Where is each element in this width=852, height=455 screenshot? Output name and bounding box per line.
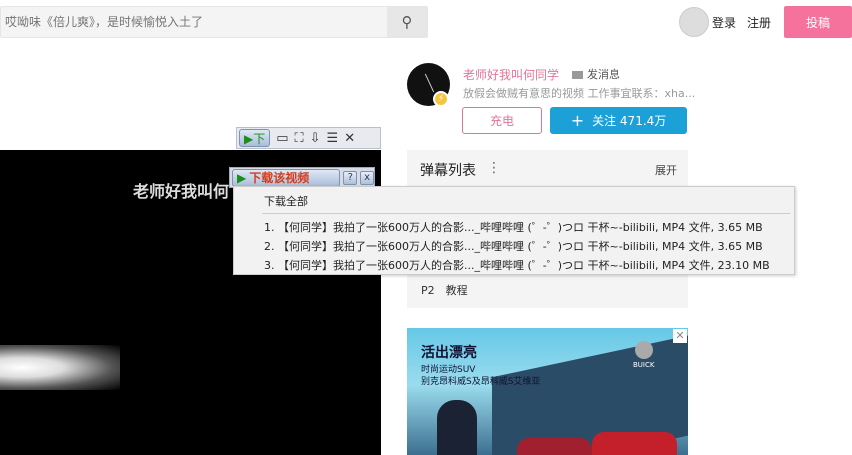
menu-icon[interactable]: ☰ [327, 131, 339, 146]
download-arrow-icon[interactable]: ⇩ [310, 131, 321, 146]
register-link[interactable]: 注册 [747, 14, 771, 31]
search-button[interactable]: ⚲ [387, 7, 427, 37]
ad-person [437, 400, 477, 455]
search-icon: ⚲ [401, 13, 413, 31]
download-video-bar: ▶ 下载该视频 ? x [229, 167, 375, 188]
downloader-toolbar: ▶下 ▭ ⛶ ⇩ ☰ ✕ [236, 127, 381, 149]
ad-car [592, 432, 677, 455]
ad-title: 活出漂亮 [421, 345, 477, 361]
download-video-button[interactable]: ▶ 下载该视频 [232, 168, 341, 187]
uploader-name[interactable]: 老师好我叫何同学 [463, 66, 559, 83]
download-video-label: 下载该视频 [249, 171, 310, 185]
login-link[interactable]: 登录 [712, 14, 736, 31]
user-avatar[interactable] [679, 7, 709, 37]
brand-label: BUICK [633, 361, 655, 369]
send-message-link[interactable]: 发消息 [572, 66, 620, 82]
danmaku-title: 弹幕列表 [420, 163, 476, 179]
fullscreen-icon[interactable]: ⛶ [295, 131, 304, 146]
menu-separator [262, 213, 790, 214]
play-icon: ▶ [237, 170, 247, 185]
download-item[interactable]: 1. 【何同学】我拍了一张600万人的合影..._哔哩哔哩 (゜-゜)つロ 干杯… [264, 219, 763, 235]
video-title-overlay: 老师好我叫何 [133, 182, 230, 201]
video-frame-light [0, 345, 120, 390]
ad-subtitle: 别克昂科威S及昂科威S艾维亚 [421, 377, 541, 387]
lightning-badge-icon: ⚡ [433, 91, 449, 107]
uploader-description: 放假会做贼有意思的视频 工作事宜联系：xha... [463, 87, 696, 100]
window-icon[interactable]: ▭ [276, 131, 288, 146]
plus-icon: + [570, 111, 585, 130]
close-icon[interactable]: ✕ [344, 131, 355, 146]
ad-car [517, 438, 592, 455]
search-bar: ⚲ [0, 6, 428, 38]
more-icon[interactable]: ⋮ [487, 160, 501, 176]
download-item[interactable]: 2. 【何同学】我拍了一张600万人的合影..._哔哩哔哩 (゜-゜)つロ 干杯… [264, 238, 763, 254]
playlist-item[interactable]: P2 教程 [421, 282, 468, 298]
expand-button[interactable]: 展开 [655, 162, 677, 178]
download-menu: 下载全部 1. 【何同学】我拍了一张600万人的合影..._哔哩哔哩 (゜-゜)… [233, 186, 795, 275]
charge-button[interactable]: 充电 [462, 107, 542, 134]
search-input[interactable] [1, 7, 387, 37]
help-icon[interactable]: ? [343, 170, 358, 185]
ad-close-icon[interactable]: ✕ [673, 329, 687, 343]
download-item[interactable]: 3. 【何同学】我拍了一张600万人的合影..._哔哩哔哩 (゜-゜)つロ 干杯… [264, 257, 770, 273]
download-play-button[interactable]: ▶下 [239, 129, 271, 147]
download-all-item[interactable]: 下载全部 [264, 193, 308, 209]
follow-button[interactable]: + 关注 471.4万 [550, 107, 687, 134]
follow-label: 关注 471.4万 [592, 114, 667, 128]
buick-logo: BUICK [633, 341, 654, 369]
mail-icon [572, 71, 583, 79]
close-icon[interactable]: x [360, 170, 375, 185]
upload-button[interactable]: 投稿 [784, 6, 852, 38]
advertisement[interactable]: 活出漂亮 时尚运动SUV 别克昂科威S及昂科威S艾维亚 BUICK ✕ [407, 328, 688, 455]
send-message-label: 发消息 [587, 68, 620, 81]
